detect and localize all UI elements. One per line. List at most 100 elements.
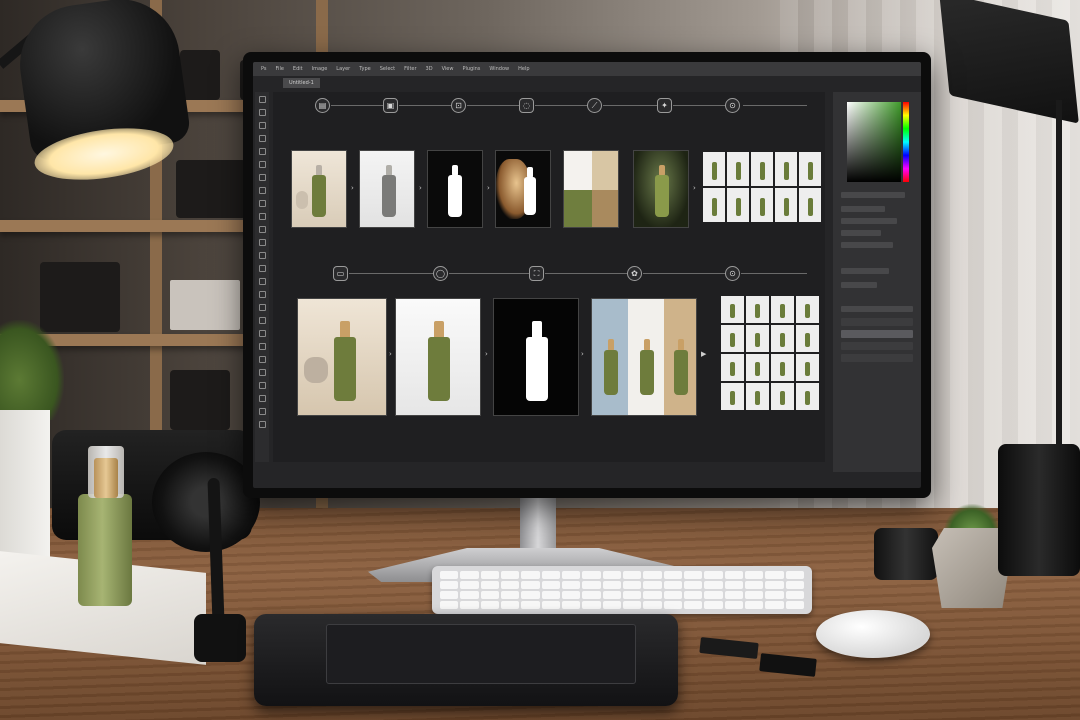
document-tab[interactable]: Untitled-1 [283,78,320,88]
keyboard-key[interactable] [480,571,499,579]
keyboard-key[interactable] [724,571,743,579]
tool-icon[interactable] [258,122,266,129]
keyboard-key[interactable] [785,601,804,609]
tool-icon[interactable] [258,135,266,142]
panel-tabs[interactable] [841,192,905,198]
tool-icon[interactable] [258,408,266,415]
menu-item[interactable]: 3D [426,66,433,72]
output-grid-cell[interactable] [721,383,744,410]
output-grid-cell[interactable] [751,188,773,222]
output-grid-cell[interactable] [799,152,821,186]
tool-icon[interactable] [258,369,266,376]
export-icon[interactable]: ⊙ [725,266,740,281]
output-grid-cell[interactable] [721,296,744,323]
output-grid-cell[interactable] [771,354,794,381]
layer-row[interactable] [841,354,913,362]
keyboard-key[interactable] [623,571,642,579]
output-grid-cell[interactable] [746,354,769,381]
keyboard-key[interactable] [440,571,459,579]
keyboard-key[interactable] [501,571,520,579]
frame-icon[interactable]: ▣ [383,98,398,113]
keyboard-key[interactable] [602,581,621,589]
keyboard-key[interactable] [440,581,459,589]
workflow-canvas[interactable]: ▤ ▣ ⊡ ◌ ⟋ ✦ ⊙ › › › › ▭ ◯ ⛶ ✿ ⊙ › › › ▶ [273,92,825,462]
tool-icon[interactable] [258,356,266,363]
menu-item[interactable]: Help [518,66,529,72]
output-grid-cell[interactable] [721,325,744,352]
keyboard-key[interactable] [704,601,723,609]
output-grid-cell[interactable] [703,188,725,222]
hue-slider[interactable] [903,102,909,182]
keyboard-key[interactable] [480,601,499,609]
keyboard-key[interactable] [623,591,642,599]
tool-icon[interactable] [258,265,266,272]
keyboard-key[interactable] [724,601,743,609]
output-grid-cell[interactable] [799,188,821,222]
flower-icon[interactable]: ✿ [627,266,642,281]
layer-row[interactable] [841,342,913,350]
keyboard-key[interactable] [704,591,723,599]
tool-icon[interactable] [258,161,266,168]
keyboard-key[interactable] [663,581,682,589]
output-grid-cell[interactable] [796,296,819,323]
keyboard-key[interactable] [684,591,703,599]
keyboard-key[interactable] [663,571,682,579]
retouch-icon[interactable]: ✦ [657,98,672,113]
keyboard-key[interactable] [440,601,459,609]
output-grid-cell[interactable] [775,152,797,186]
thumb-color-swatches[interactable] [563,150,619,228]
keyboard-key[interactable] [480,581,499,589]
tool-icon[interactable] [258,109,266,116]
pen-tablet[interactable] [254,614,678,706]
keyboard-key[interactable] [623,581,642,589]
keyboard-key[interactable] [582,571,601,579]
thumb-background-variants[interactable] [591,298,697,416]
tool-icon[interactable] [258,200,266,207]
layer-row[interactable] [841,318,913,326]
keyboard-key[interactable] [724,581,743,589]
menu-item[interactable]: Filter [404,66,416,72]
menu-item[interactable]: Window [489,66,509,72]
tool-icon[interactable] [258,421,266,428]
keyboard-key[interactable] [521,581,540,589]
output-grid-cell[interactable] [746,296,769,323]
monitor-screen[interactable]: Ps File Edit Image Layer Type Select Filter 3D Vi… [253,62,921,488]
tool-icon[interactable] [258,278,266,285]
keyboard-key[interactable] [745,601,764,609]
output-grid-cell[interactable] [796,325,819,352]
thumb-mask-large[interactable] [493,298,579,416]
keyboard-key[interactable] [480,591,499,599]
shield-icon[interactable]: ◌ [519,98,534,113]
tool-icon[interactable] [258,291,266,298]
export-icon[interactable]: ⊙ [725,98,740,113]
keyboard-key[interactable] [460,571,479,579]
menu-item[interactable]: Layer [336,66,350,72]
keyboard-key[interactable] [684,601,703,609]
keyboard-key[interactable] [602,601,621,609]
keyboard-key[interactable] [562,591,581,599]
keyboard-key[interactable] [562,581,581,589]
output-grid-cell[interactable] [771,296,794,323]
menu-item[interactable]: Edit [293,66,303,72]
layer-row[interactable] [841,330,913,338]
menu-item[interactable]: Type [359,66,370,72]
output-grid-cell[interactable] [727,188,749,222]
tool-icon[interactable] [258,239,266,246]
output-grid-cell[interactable] [727,152,749,186]
output-grid-cell[interactable] [775,188,797,222]
keyboard-key[interactable] [643,571,662,579]
tool-icon[interactable] [258,317,266,324]
resize-icon[interactable]: ⛶ [529,266,544,281]
keyboard-key[interactable] [602,591,621,599]
keyboard-key[interactable] [460,581,479,589]
keyboard-key[interactable] [785,591,804,599]
keyboard-key[interactable] [541,591,560,599]
keyboard-key[interactable] [765,571,784,579]
tool-icon[interactable] [258,395,266,402]
tablet-active-area[interactable] [326,624,636,684]
tool-icon[interactable] [258,226,266,233]
output-grid-cell[interactable] [796,383,819,410]
keyboard-key[interactable] [582,581,601,589]
menu-item[interactable]: Ps [261,66,267,72]
keyboard-key[interactable] [541,571,560,579]
